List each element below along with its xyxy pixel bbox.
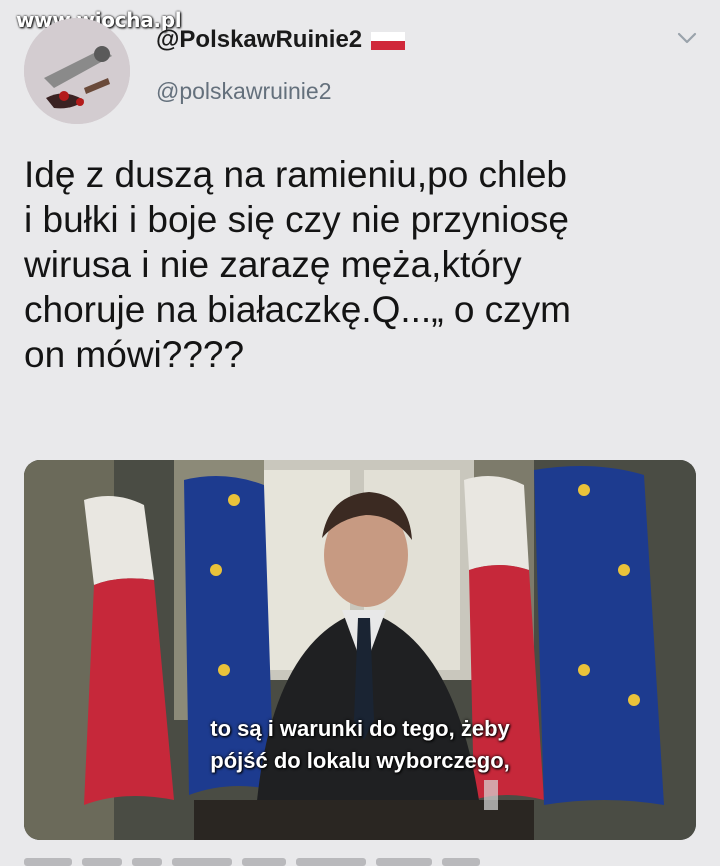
tweet-timestamp-row-cut-off <box>24 852 696 866</box>
author-display-name[interactable]: @PolskawRuinie2 <box>156 26 405 54</box>
video-subtitle-line-1: to są i warunki do tego, żeby <box>210 716 510 741</box>
author-handle[interactable]: @polskawruinie2 <box>156 78 332 105</box>
poland-flag-icon <box>370 31 405 50</box>
media-scene <box>24 460 696 840</box>
tweet-media-image[interactable]: to są i warunki do tego, żeby pójść do l… <box>24 460 696 840</box>
avatar[interactable] <box>24 18 130 124</box>
tweet-text: Idę z duszą na ramieniu,po chleb i bułki… <box>24 154 571 375</box>
author-display-name-text: @PolskawRuinie2 <box>156 26 363 53</box>
video-subtitle-line-2: pójść do lokalu wyborczego, <box>210 748 510 773</box>
chevron-down-icon[interactable] <box>676 30 698 46</box>
avatar-image <box>24 18 130 124</box>
